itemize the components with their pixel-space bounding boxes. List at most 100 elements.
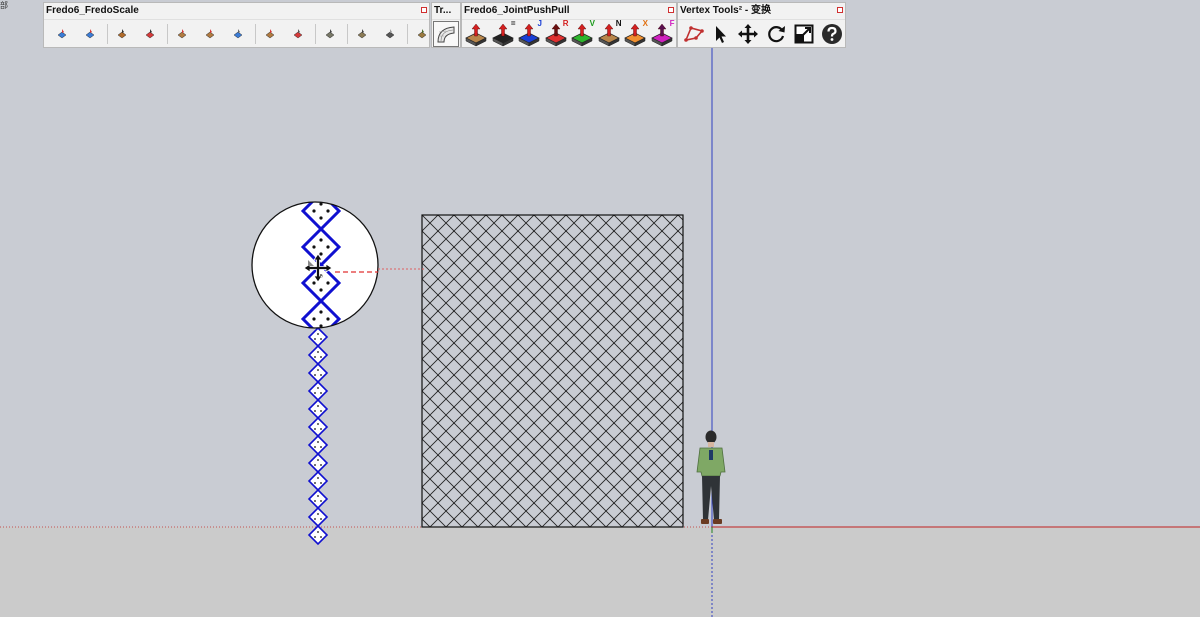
fredoscale-tool-button[interactable] bbox=[350, 21, 374, 47]
vertex-dot bbox=[317, 459, 319, 461]
toolbar-vertex-tools[interactable]: Vertex Tools² - 变换 bbox=[677, 2, 846, 48]
vertex-dot bbox=[320, 410, 322, 412]
lens-vertex-dot bbox=[319, 216, 323, 220]
fredoscale-tool-icon bbox=[85, 29, 95, 39]
jointpushpull-tool-button[interactable]: R bbox=[544, 19, 570, 47]
lens-vertex-dot bbox=[326, 317, 330, 321]
scene-canvas[interactable] bbox=[0, 0, 1200, 617]
fredoscale-tool-button[interactable] bbox=[170, 21, 194, 47]
help-button[interactable] bbox=[820, 21, 844, 47]
fredoscale-tool-icon bbox=[293, 29, 303, 39]
vertex-dot bbox=[314, 518, 316, 520]
jointpushpull-tool-button[interactable]: J bbox=[517, 19, 543, 47]
lens-vertex-dot bbox=[319, 252, 323, 256]
vertex-dot bbox=[320, 500, 322, 502]
fredoscale-tool-icon bbox=[57, 29, 67, 39]
vertex-dot bbox=[320, 446, 322, 448]
pushpull-badge: J bbox=[537, 19, 542, 28]
vertex-dot bbox=[317, 477, 319, 479]
vertex-polygon-icon bbox=[684, 26, 704, 42]
vertex-dot bbox=[314, 464, 316, 466]
fredoscale-tool-button[interactable] bbox=[318, 21, 342, 47]
jointpushpull-tool-button[interactable]: V bbox=[570, 19, 596, 47]
vertex-dot bbox=[317, 351, 319, 353]
lens-vertex-dot bbox=[319, 310, 323, 314]
pushpull-badge: X bbox=[642, 19, 648, 28]
vertex-dot bbox=[320, 392, 322, 394]
fredoscale-tool-button[interactable] bbox=[78, 21, 102, 47]
rotate-tool-button[interactable] bbox=[764, 21, 788, 47]
jointpushpull-tool-button[interactable]: = bbox=[491, 19, 517, 47]
lattice-diamond bbox=[307, 344, 329, 366]
pushpull-badge: F bbox=[669, 19, 675, 28]
move-tool-button[interactable] bbox=[736, 21, 760, 47]
toolbar-jointpushpull[interactable]: Fredo6_JointPushPull = J R V N X F bbox=[461, 2, 677, 48]
pushpull-badge: V bbox=[589, 19, 595, 28]
toolbar-separator bbox=[347, 24, 348, 44]
jointpushpull-tool-button[interactable]: F bbox=[650, 19, 676, 47]
pushpull-badge: N bbox=[615, 19, 622, 28]
vertex-dot bbox=[314, 536, 316, 538]
corner-label: 部 bbox=[0, 1, 8, 10]
pushpull-badge: R bbox=[562, 19, 569, 28]
pushpull-badge: = bbox=[510, 19, 516, 28]
vertex-dot bbox=[314, 500, 316, 502]
jointpushpull-tool-button[interactable] bbox=[464, 21, 490, 47]
lens-vertex-dot bbox=[312, 317, 316, 321]
fredoscale-tool-icon bbox=[265, 29, 275, 39]
toolbar-fredoscale-title: Fredo6_FredoScale bbox=[44, 3, 429, 20]
lattice-diamond bbox=[307, 434, 329, 456]
jointpushpull-tool-button[interactable]: X bbox=[623, 19, 649, 47]
lattice-diamond bbox=[307, 362, 329, 384]
fredoscale-tool-button[interactable] bbox=[226, 21, 250, 47]
vertex-dot bbox=[320, 536, 322, 538]
fredoscale-tool-button[interactable] bbox=[286, 21, 310, 47]
lattice-panel[interactable] bbox=[421, 214, 684, 528]
close-icon[interactable] bbox=[421, 7, 427, 13]
close-icon[interactable] bbox=[837, 7, 843, 13]
vertex-dot bbox=[320, 518, 322, 520]
toolbar-separator bbox=[255, 24, 256, 44]
lattice-diamond bbox=[307, 452, 329, 474]
lens-vertex-dot bbox=[326, 281, 330, 285]
selected-lattice-strip[interactable] bbox=[307, 326, 329, 546]
vertex-dot bbox=[314, 446, 316, 448]
vertex-dot bbox=[320, 356, 322, 358]
vertex-dot bbox=[320, 482, 322, 484]
vertex-dot bbox=[317, 441, 319, 443]
lens-vertex-dot bbox=[326, 209, 330, 213]
vertex-dot bbox=[317, 369, 319, 371]
lens-vertex-dot bbox=[319, 238, 323, 242]
select-tool-button[interactable] bbox=[708, 21, 732, 47]
vertex-dot bbox=[314, 428, 316, 430]
zoom-lens bbox=[251, 201, 379, 329]
fredoscale-tool-button[interactable] bbox=[50, 21, 74, 47]
toolbar-fredoscale[interactable]: Fredo6_FredoScale bbox=[43, 2, 455, 48]
sketchup-viewport[interactable]: 部 Fredo6_FredoScale Tr... Fredo6_JointPu… bbox=[0, 0, 1200, 617]
jointpushpull-tool-button[interactable]: N bbox=[597, 19, 623, 47]
bend-tool-button[interactable] bbox=[433, 21, 459, 47]
lattice-diamond bbox=[307, 470, 329, 492]
lens-vertex-dot bbox=[319, 288, 323, 292]
toolbar-trans[interactable]: Tr... bbox=[431, 2, 461, 48]
lattice-diamond bbox=[307, 326, 329, 348]
toolbar-jointpushpull-title: Fredo6_JointPushPull bbox=[462, 3, 676, 20]
fredoscale-tool-button[interactable] bbox=[138, 21, 162, 47]
lens-vertex-dot bbox=[312, 245, 316, 249]
help-icon bbox=[822, 24, 842, 44]
close-icon[interactable] bbox=[668, 7, 674, 13]
fredoscale-tool-button[interactable] bbox=[110, 21, 134, 47]
fredoscale-tool-button[interactable] bbox=[378, 21, 402, 47]
vertex-tools-button[interactable] bbox=[682, 21, 706, 47]
fredoscale-tool-icon bbox=[177, 29, 187, 39]
fredoscale-tool-button[interactable] bbox=[258, 21, 282, 47]
vertex-dot bbox=[314, 482, 316, 484]
vertex-dot bbox=[314, 374, 316, 376]
scale-tool-button[interactable] bbox=[792, 21, 816, 47]
fredoscale-tool-button[interactable] bbox=[198, 21, 222, 47]
toolbar-trans-title: Tr... bbox=[432, 3, 460, 20]
vertex-dot bbox=[314, 356, 316, 358]
fredoscale-tool-icon bbox=[385, 29, 395, 39]
vertex-dot bbox=[320, 464, 322, 466]
vertex-dot bbox=[317, 405, 319, 407]
